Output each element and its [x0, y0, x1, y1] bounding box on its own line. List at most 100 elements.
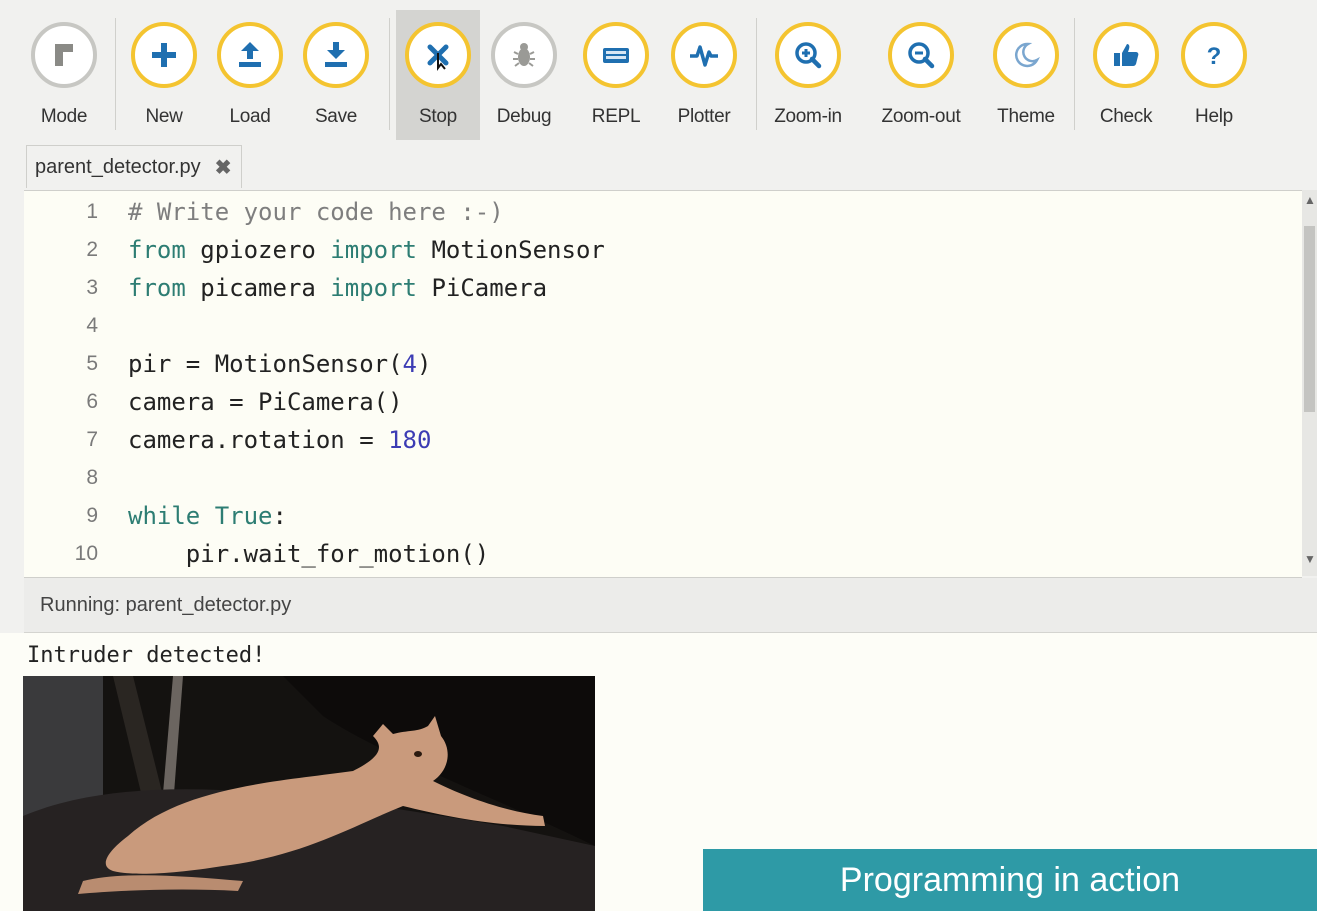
repl-icon-circle: [583, 22, 649, 88]
code-token: camera.rotation =: [128, 426, 389, 454]
question-icon: ?: [1207, 43, 1222, 70]
thumbs-up-icon: [1114, 44, 1139, 66]
theme-button[interactable]: Theme: [984, 12, 1068, 142]
code-text: # Write your code here :-): [128, 198, 504, 226]
caption-banner: Programming in action: [703, 849, 1317, 911]
plus-icon: [152, 43, 176, 67]
code-text: camera = PiCamera(): [128, 383, 403, 421]
code-text: camera.rotation = 180: [128, 421, 431, 459]
code-line: 2 from gpiozero import MotionSensor: [24, 231, 1294, 269]
code-text: from picamera import PiCamera: [128, 269, 547, 307]
code-keyword: import: [330, 274, 417, 302]
line-number: 9: [86, 504, 98, 527]
editor-scrollbar-thumb[interactable]: [1304, 226, 1315, 412]
stop-icon-circle: [405, 22, 471, 88]
camera-photo: [23, 676, 595, 911]
new-icon-circle: [131, 22, 197, 88]
code-editor[interactable]: 1 # Write your code here :-) 2 from gpio…: [24, 190, 1302, 578]
tab-parent-detector[interactable]: parent_detector.py ✖: [26, 145, 243, 188]
save-icon-circle: [303, 22, 369, 88]
download-icon: [325, 42, 347, 67]
svg-text:?: ?: [1207, 43, 1222, 70]
line-number: 6: [86, 390, 98, 413]
output-text: Intruder detected!: [27, 643, 266, 668]
plotter-button[interactable]: Plotter: [662, 12, 746, 142]
code-line: 10 pir.wait_for_motion(): [24, 535, 1294, 573]
code-token: MotionSensor: [417, 236, 605, 264]
help-label: Help: [1195, 106, 1233, 127]
code-text: from gpiozero import MotionSensor: [128, 231, 605, 269]
load-button[interactable]: Load: [208, 12, 292, 142]
runner-header: Running: parent_detector.py: [24, 578, 1317, 633]
code-line: 1 # Write your code here :-): [24, 193, 1294, 231]
keyboard-icon: [603, 48, 629, 63]
code-token: pir = MotionSensor(: [128, 350, 403, 378]
zoom-out-button[interactable]: Zoom-out: [879, 12, 963, 142]
code-text: while True:: [128, 497, 287, 535]
check-icon-circle: [1093, 22, 1159, 88]
upload-icon: [239, 42, 261, 67]
code-line: 8: [24, 459, 1294, 497]
code-token: :: [272, 502, 287, 530]
code-text: pir = MotionSensor(4): [128, 345, 431, 383]
zoom-out-icon-circle: [888, 22, 954, 88]
line-number: 4: [86, 314, 98, 337]
debug-icon-circle: [491, 22, 557, 88]
mode-icon: [55, 44, 73, 66]
code-token: camera = PiCamera(): [128, 388, 403, 416]
pulse-icon: [690, 45, 718, 67]
code-keyword: True: [214, 502, 273, 530]
plotter-label: Plotter: [677, 106, 731, 127]
mode-icon-circle: [31, 22, 97, 88]
theme-label: Theme: [997, 106, 1055, 127]
code-keyword: from: [128, 274, 186, 302]
zoom-in-button[interactable]: Zoom-in: [766, 12, 850, 142]
help-button[interactable]: ? Help: [1172, 12, 1256, 142]
code-line: 5 pir = MotionSensor(4): [24, 345, 1294, 383]
runner-title: Running: parent_detector.py: [40, 594, 292, 616]
theme-icon-circle: [993, 22, 1059, 88]
line-number: 10: [74, 542, 98, 565]
moon-icon: [1014, 42, 1041, 68]
repl-button[interactable]: REPL: [574, 12, 658, 142]
code-keyword: while: [128, 502, 201, 530]
save-label: Save: [314, 106, 358, 127]
mode-label: Mode: [40, 106, 88, 127]
code-line: 3 from picamera import PiCamera: [24, 269, 1294, 307]
line-number: 2: [86, 238, 98, 261]
zoom-in-icon-circle: [775, 22, 841, 88]
save-button[interactable]: Save: [294, 12, 378, 142]
zoom-out-label: Zoom-out: [881, 106, 961, 127]
zoom-in-label: Zoom-in: [774, 106, 842, 127]
code-line: 9 while True:: [24, 497, 1294, 535]
new-button[interactable]: New: [122, 12, 206, 142]
toolbar: Mode New Load Save Stop Debug REPL Plott…: [0, 0, 1317, 142]
scroll-down-icon[interactable]: ▼: [1303, 552, 1317, 566]
line-number: 7: [86, 428, 98, 451]
check-button[interactable]: Check: [1084, 12, 1168, 142]
code-number: 180: [388, 426, 432, 454]
line-number: 1: [86, 200, 98, 223]
debug-button[interactable]: Debug: [482, 12, 566, 142]
scroll-up-icon[interactable]: ▲: [1303, 193, 1317, 207]
line-number: 3: [86, 276, 98, 299]
close-icon[interactable]: ✖: [215, 155, 232, 180]
code-token: ): [417, 350, 432, 378]
tab-filename: parent_detector.py: [35, 155, 201, 178]
stop-button[interactable]: Stop: [396, 10, 480, 140]
code-token: PiCamera: [417, 274, 548, 302]
code-token: gpiozero: [185, 236, 331, 264]
code-text: pir.wait_for_motion(): [128, 540, 490, 568]
cat-photo-image: [23, 676, 595, 911]
plotter-icon-circle: [671, 22, 737, 88]
line-number: 5: [86, 352, 98, 375]
stop-icon: [427, 44, 449, 71]
code-keyword: import: [330, 236, 417, 264]
load-icon-circle: [217, 22, 283, 88]
debug-label: Debug: [496, 106, 552, 127]
code-token: picamera: [185, 274, 331, 302]
mode-button[interactable]: Mode: [22, 12, 106, 142]
code-line: 6 camera = PiCamera(): [24, 383, 1294, 421]
code-line: 7 camera.rotation = 180: [24, 421, 1294, 459]
